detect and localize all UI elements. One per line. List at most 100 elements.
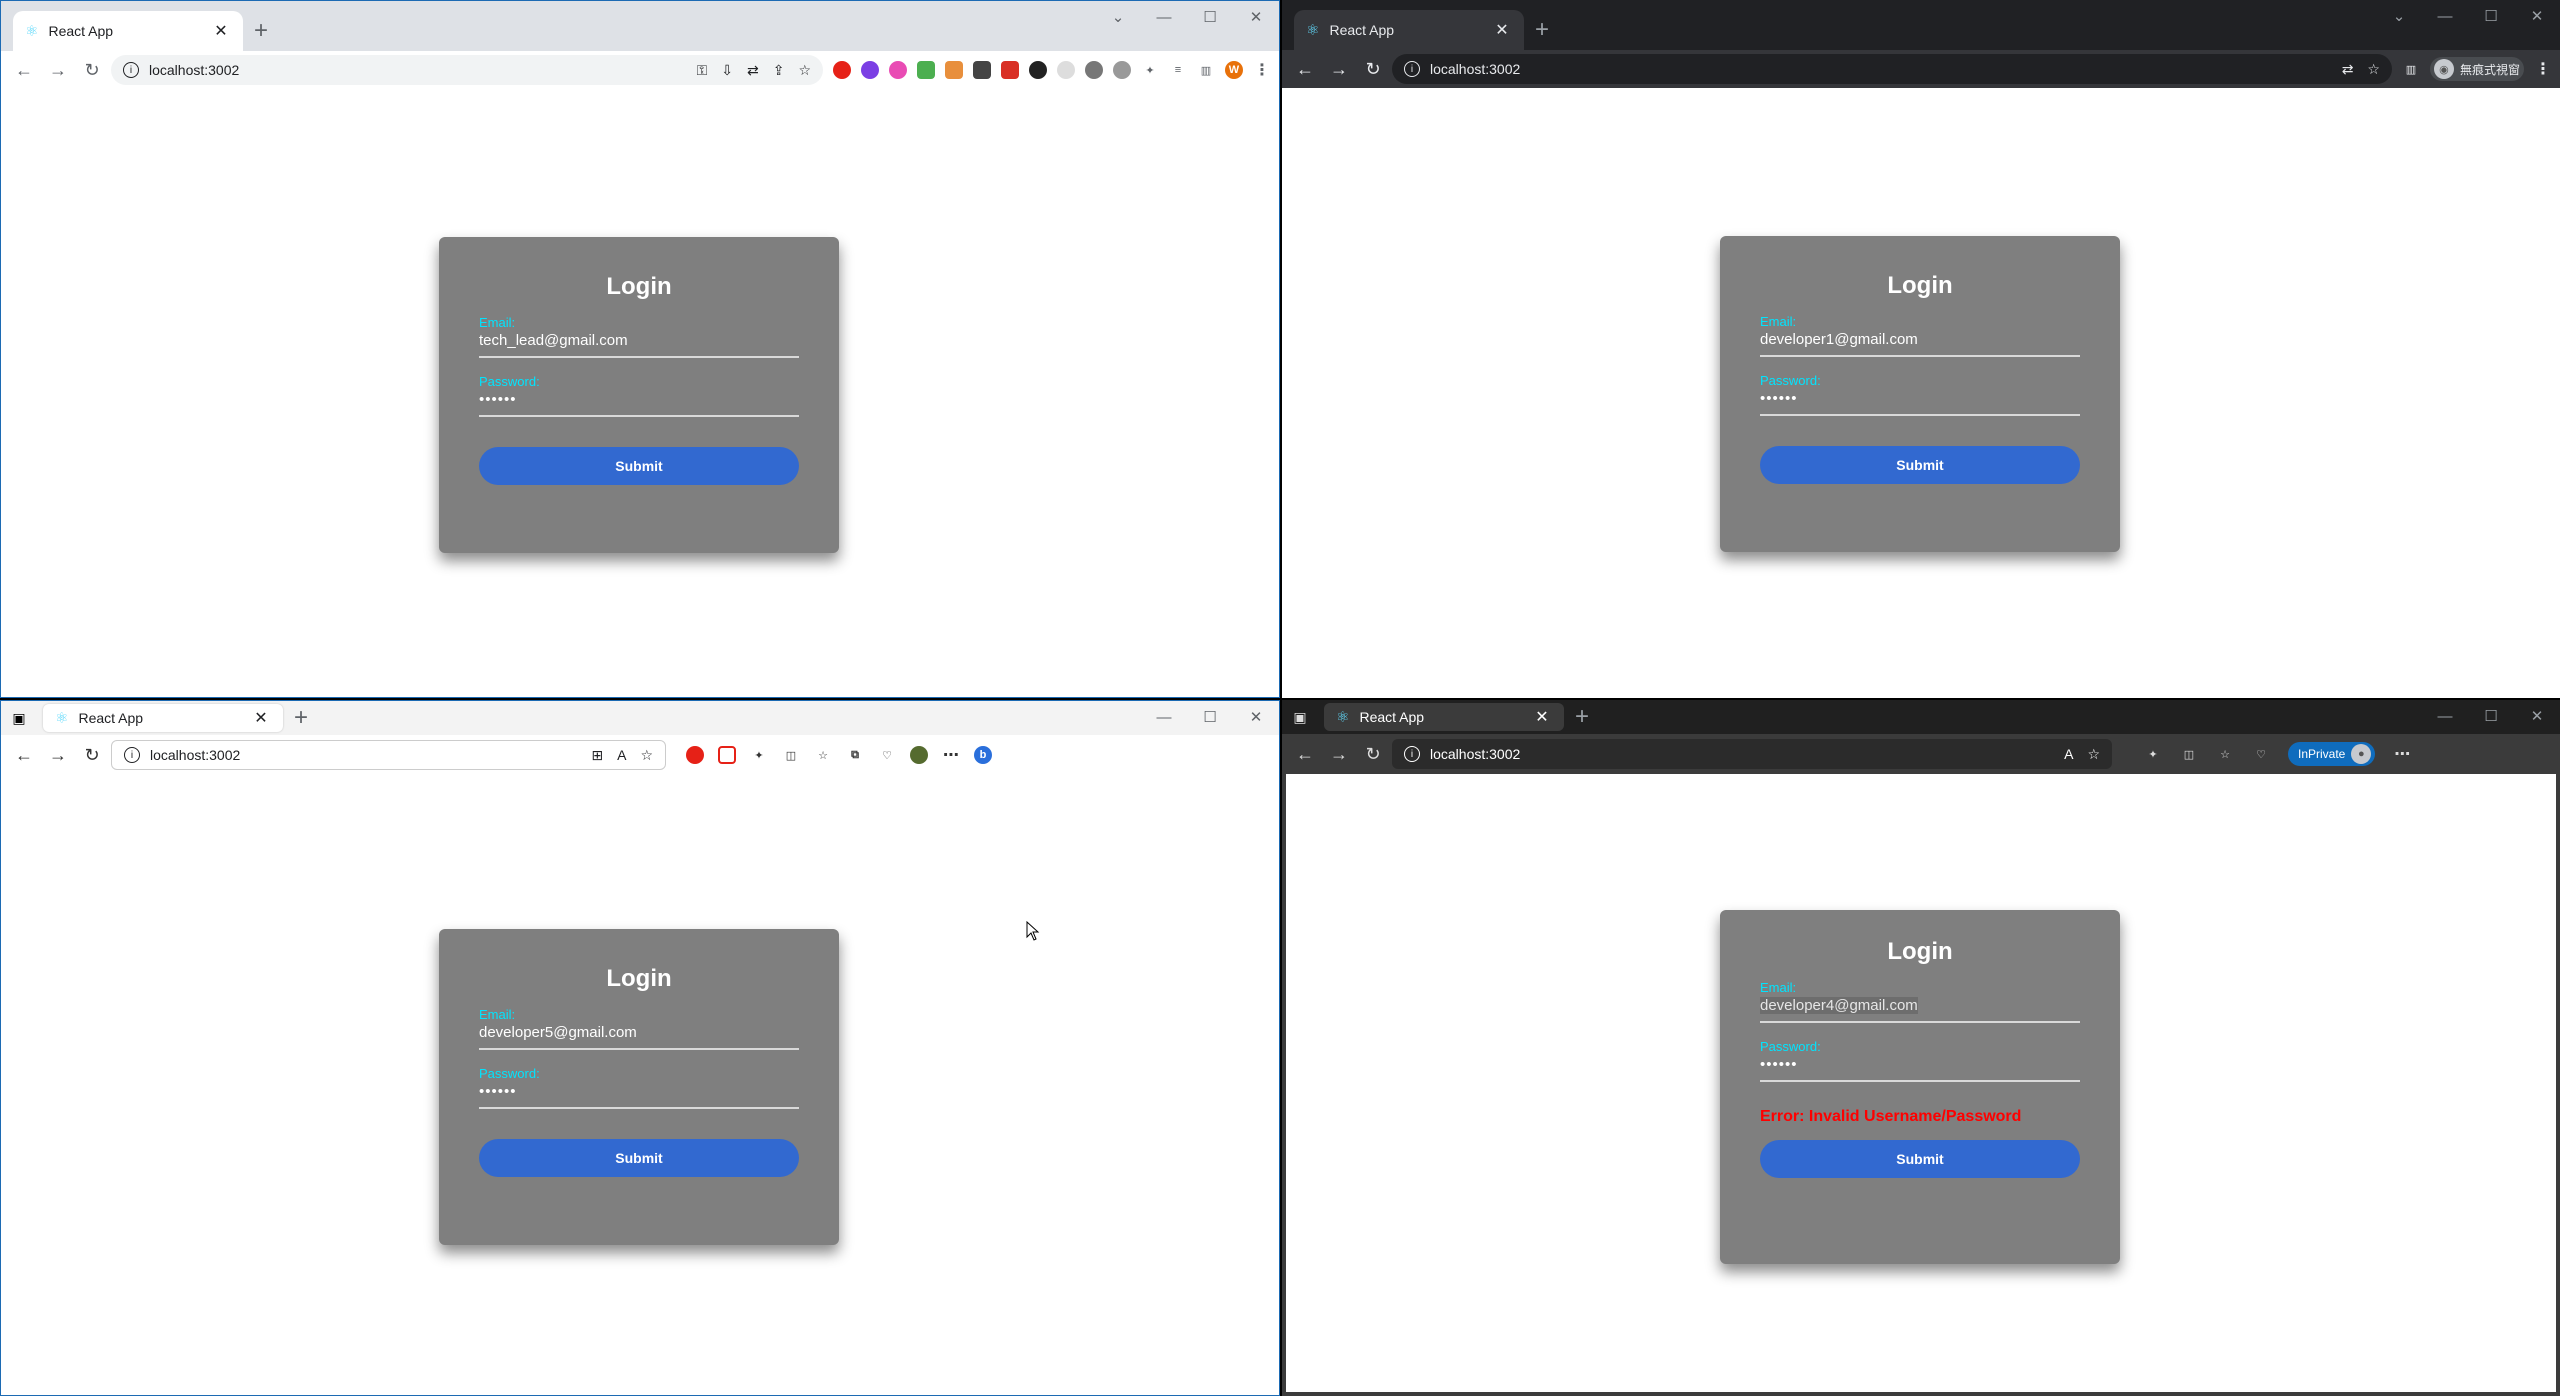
menu-icon[interactable]: ⋯ [2393, 745, 2411, 763]
close-icon[interactable]: ✕ [1233, 1, 1279, 33]
new-tab-icon[interactable]: + [243, 11, 279, 51]
back-icon[interactable]: ← [1290, 739, 1320, 769]
extensions-icon[interactable]: ✦ [2144, 745, 2162, 763]
menu-icon[interactable]: ⋯ [942, 746, 960, 764]
split-screen-icon[interactable]: ◫ [2180, 745, 2198, 763]
translate-icon[interactable]: ⇄ [2342, 61, 2354, 78]
back-icon[interactable]: ← [9, 740, 39, 770]
close-icon[interactable]: ✕ [1233, 701, 1279, 733]
incognito-badge[interactable]: ◉ 無痕式視窗 [2429, 57, 2524, 81]
inprivate-badge[interactable]: InPrivate ● [2288, 742, 2376, 766]
maximize-icon[interactable]: ☐ [2468, 0, 2514, 32]
submit-button[interactable]: Submit [1760, 446, 2080, 484]
password-field[interactable]: •••••• [479, 1081, 799, 1109]
tab-search-icon[interactable]: ⌄ [2376, 0, 2422, 32]
address-bar[interactable]: i localhost:3002 A ☆ [1392, 739, 2112, 769]
star-icon[interactable]: ☆ [798, 62, 811, 79]
minimize-icon[interactable]: — [2422, 0, 2468, 32]
browser-tab[interactable]: ⚛ React App ✕ [1324, 703, 1564, 731]
password-field[interactable]: •••••• [1760, 1054, 2080, 1082]
extension-icon[interactable] [1085, 61, 1103, 79]
info-icon[interactable]: i [123, 62, 139, 78]
tab-search-icon[interactable]: ⌄ [1095, 1, 1141, 33]
side-panel-icon[interactable]: ▥ [2402, 60, 2420, 78]
media-icon[interactable]: ≡ [1169, 61, 1187, 79]
puzzle-icon[interactable]: ✦ [1141, 61, 1159, 79]
close-tab-icon[interactable]: ✕ [1492, 20, 1512, 40]
minimize-icon[interactable]: — [2422, 700, 2468, 732]
star-icon[interactable]: ☆ [2367, 61, 2380, 78]
close-tab-icon[interactable]: ✕ [251, 708, 271, 728]
key-icon[interactable]: ⚿ [697, 62, 708, 79]
share-icon[interactable]: ⇪ [773, 62, 785, 79]
new-tab-icon[interactable]: + [1564, 703, 1600, 731]
tab-actions-icon[interactable]: ▣ [1, 704, 37, 732]
browser-tab[interactable]: ⚛ React App ✕ [1294, 10, 1524, 50]
profile-avatar[interactable] [910, 746, 928, 764]
address-bar[interactable]: i localhost:3002 ⚿ ⇩ ⇄ ⇪ ☆ [111, 55, 823, 85]
email-field[interactable]: developer1@gmail.com [1760, 329, 2080, 357]
read-aloud-icon[interactable]: A [617, 747, 626, 764]
back-icon[interactable]: ← [1290, 54, 1320, 84]
health-icon[interactable]: ♡ [878, 746, 896, 764]
favorites-icon[interactable]: ☆ [814, 746, 832, 764]
install-icon[interactable]: ⇩ [721, 62, 733, 79]
copilot-icon[interactable]: b [974, 746, 992, 764]
close-icon[interactable]: ✕ [2514, 700, 2560, 732]
submit-button[interactable]: Submit [1760, 1140, 2080, 1178]
reload-icon[interactable]: ↻ [1358, 739, 1388, 769]
tab-actions-icon[interactable]: ▣ [1282, 703, 1318, 731]
favorites-icon[interactable]: ☆ [2216, 745, 2234, 763]
email-field[interactable]: developer5@gmail.com [479, 1022, 799, 1050]
star-icon[interactable]: ☆ [640, 747, 653, 764]
extension-icon[interactable] [686, 746, 704, 764]
browser-tab[interactable]: ⚛ React App ✕ [43, 704, 283, 732]
email-field[interactable]: tech_lead@gmail.com [479, 330, 799, 358]
reload-icon[interactable]: ↻ [77, 740, 107, 770]
menu-icon[interactable]: ⋮ [1253, 61, 1271, 79]
extensions-icon[interactable]: ✦ [750, 746, 768, 764]
submit-button[interactable]: Submit [479, 447, 799, 485]
password-field[interactable]: •••••• [479, 389, 799, 417]
maximize-icon[interactable]: ☐ [1187, 701, 1233, 733]
close-tab-icon[interactable]: ✕ [211, 21, 231, 41]
forward-icon[interactable]: → [1324, 739, 1354, 769]
extension-icon[interactable] [973, 61, 991, 79]
close-tab-icon[interactable]: ✕ [1532, 707, 1552, 727]
read-aloud-icon[interactable]: A [2064, 746, 2073, 763]
extension-icon[interactable] [861, 61, 879, 79]
email-field[interactable]: developer4@gmail.com [1760, 995, 2080, 1023]
minimize-icon[interactable]: — [1141, 1, 1187, 33]
reload-icon[interactable]: ↻ [77, 55, 107, 85]
back-icon[interactable]: ← [9, 55, 39, 85]
split-screen-icon[interactable]: ◫ [782, 746, 800, 764]
apps-icon[interactable]: ⊞ [591, 747, 603, 764]
forward-icon[interactable]: → [1324, 54, 1354, 84]
minimize-icon[interactable]: — [1141, 701, 1187, 733]
extension-icon[interactable] [1113, 61, 1131, 79]
collections-icon[interactable]: ⧉ [846, 746, 864, 764]
info-icon[interactable]: i [1404, 746, 1420, 762]
extension-icon[interactable] [945, 61, 963, 79]
close-icon[interactable]: ✕ [2514, 0, 2560, 32]
info-icon[interactable]: i [124, 747, 140, 763]
address-bar[interactable]: i localhost:3002 ⇄ ☆ [1392, 54, 2392, 84]
extension-icon[interactable] [1029, 61, 1047, 79]
maximize-icon[interactable]: ☐ [1187, 1, 1233, 33]
extension-icon[interactable] [917, 61, 935, 79]
extension-icon[interactable] [718, 746, 736, 764]
health-icon[interactable]: ♡ [2252, 745, 2270, 763]
new-tab-icon[interactable]: + [1524, 10, 1560, 50]
info-icon[interactable]: i [1404, 61, 1420, 77]
translate-icon[interactable]: ⇄ [747, 62, 759, 79]
forward-icon[interactable]: → [43, 55, 73, 85]
submit-button[interactable]: Submit [479, 1139, 799, 1177]
password-field[interactable]: •••••• [1760, 388, 2080, 416]
new-tab-icon[interactable]: + [283, 704, 319, 732]
extension-icon[interactable] [1057, 61, 1075, 79]
side-panel-icon[interactable]: ▥ [1197, 61, 1215, 79]
browser-tab[interactable]: ⚛ React App ✕ [13, 11, 243, 51]
profile-avatar[interactable]: W [1225, 61, 1243, 79]
extension-icon[interactable] [833, 61, 851, 79]
forward-icon[interactable]: → [43, 740, 73, 770]
